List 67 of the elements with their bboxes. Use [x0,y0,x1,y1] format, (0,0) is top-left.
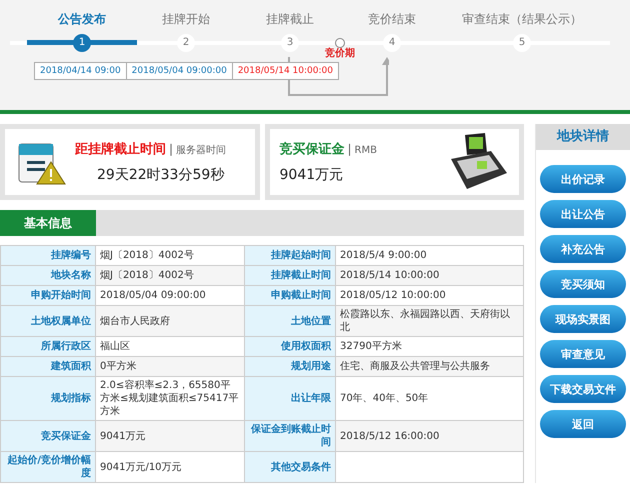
field-value: 2018/5/14 10:00:00 [336,266,524,286]
field-value: 松霞路以东、永福园路以西、天府街以北 [336,306,524,336]
sidebar-button[interactable]: 竞买须知 [540,270,626,298]
sidebar-title: 地块详情 [536,124,630,150]
field-label: 土地权属单位 [0,306,96,336]
deposit-subtitle: RMB [354,145,377,156]
field-value: 2018/05/04 09:00:00 [96,286,244,306]
field-label: 挂牌截止时间 [244,266,336,286]
field-label: 使用权面积 [244,336,336,356]
field-value: 2018/5/12 16:00:00 [336,420,524,452]
field-value: 9041万元/10万元 [96,452,244,482]
step-number: 4 [383,34,401,52]
field-label: 竞买保证金 [0,420,96,452]
sidebar-button[interactable]: 出让公告 [540,200,626,228]
field-label: 申购开始时间 [0,286,96,306]
field-label: 所属行政区 [0,336,96,356]
date-box: 2018/04/14 09:00 [34,62,127,80]
countdown-title: 距挂牌截止时间 [75,141,166,158]
sidebar-button[interactable]: 现场实景图 [540,305,626,333]
countdown-subtitle: 服务器时间 [176,144,226,157]
countdown-value: 29天22时33分59秒 [96,166,226,184]
step-label: 审查结束（结果公示） [462,11,582,28]
field-value: 32790平方米 [336,336,524,356]
separator: | [348,142,352,156]
deposit-title: 竞买保证金 [280,140,344,158]
separator: | [169,142,174,156]
field-value: 70年、40年、50年 [336,376,524,420]
field-value: 烟J〔2018〕4002号 [96,246,244,266]
sidebar-button[interactable]: 下载交易文件 [540,375,626,403]
step-number: 5 [513,34,531,52]
field-label: 挂牌起始时间 [244,246,336,266]
bidding-period-label: 竞价期 [325,48,355,60]
field-label: 出让年限 [244,376,336,420]
step-label: 挂牌截止 [266,11,314,28]
date-box: 2018/05/14 10:00:00 [232,62,339,80]
field-value: 烟J〔2018〕4002号 [96,266,244,286]
field-label: 其他交易条件 [244,452,336,482]
field-label: 规划指标 [0,376,96,420]
step-label: 挂牌开始 [162,11,210,28]
step-label: 公告发布 [58,11,106,28]
sidebar-button[interactable]: 出价记录 [540,165,626,193]
field-value: 2018/5/4 9:00:00 [336,246,524,266]
field-label: 土地位置 [244,306,336,336]
step-number: 2 [177,34,195,52]
deposit-value: 9041万元 [280,166,344,184]
field-label: 规划用途 [244,356,336,376]
sidebar-button[interactable]: 补充公告 [540,235,626,263]
step-label: 竞价结束 [368,11,416,28]
step-number: 3 [281,34,299,52]
field-label: 地块名称 [0,266,96,286]
basic-info-tab[interactable]: 基本信息 [0,210,96,236]
field-value: 住宅、商服及公共管理与公共服务 [336,356,524,376]
field-label: 申购截止时间 [244,286,336,306]
sidebar-button[interactable]: 审查意见 [540,340,626,368]
field-value: 9041万元 [96,420,244,452]
date-box: 2018/05/04 09:00:00 [126,62,233,80]
field-label: 建筑面积 [0,356,96,376]
field-label: 挂牌编号 [0,246,96,266]
field-label: 起始价/竞价增价幅度 [0,452,96,482]
sidebar-button[interactable]: 返回 [540,410,626,438]
field-value: 2018/05/12 10:00:00 [336,286,524,306]
field-value: 烟台市人民政府 [96,306,244,336]
step-number: 1 [73,34,91,52]
field-value: 0平方米 [96,356,244,376]
field-value: 2.0≤容积率≤2.3，65580平方米≤规划建筑面积≤75417平方米 [96,376,244,420]
field-label: 保证金到账截止时间 [244,420,336,452]
field-value: 福山区 [96,336,244,356]
